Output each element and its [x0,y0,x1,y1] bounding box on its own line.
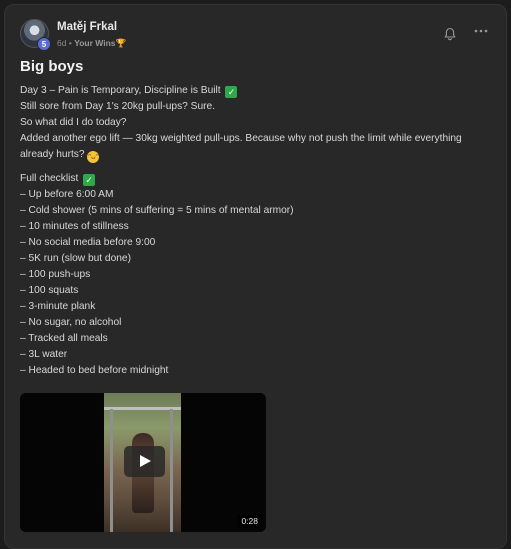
bell-icon[interactable] [443,27,457,41]
body-line: So what did I do today? [20,117,127,128]
video-duration: 0:28 [237,514,262,528]
author-name[interactable]: Matěj Frkal [57,21,117,33]
post-time: 6d [57,38,67,48]
post-title: Big boys [20,58,84,75]
meta-separator: • [68,38,72,48]
post-body: Day 3 – Pain is Temporary, Discipline is… [20,83,490,379]
checklist-item: – Cold shower (5 mins of suffering = 5 m… [20,205,294,216]
category-link[interactable]: Your Wins [74,38,115,48]
grinning-sweat-emoji-icon: ᵔᴗᵔ [87,151,100,163]
play-button[interactable] [124,446,165,477]
body-line: Day 3 – Pain is Temporary, Discipline is… [20,83,490,99]
video-player[interactable]: 0:28 [20,393,266,532]
post-meta: 6d • Your Wins🏆 [57,38,126,49]
checklist-item: – 3-minute plank [20,301,96,312]
checklist-item: – Tracked all meals [20,333,108,344]
checklist-item: – No sugar, no alcohol [20,317,122,328]
checklist-item: – 100 push-ups [20,269,91,280]
more-icon[interactable] [472,24,490,38]
post-header: 5 Matěj Frkal 6d • Your Wins🏆 [20,19,490,53]
checklist-title: Full checklist ✓ [20,171,490,187]
checklist-item: – 10 minutes of stillness [20,221,129,232]
checklist-item: – No social media before 9:00 [20,237,156,248]
body-line: Added another ego lift — 30kg weighted p… [20,133,462,163]
checklist-item: – 3L water [20,349,68,360]
checklist-item: – Headed to bed before midnight [20,365,169,376]
checklist-item: – 5K run (slow but done) [20,253,131,264]
check-emoji-icon: ✓ [83,174,96,186]
trophy-icon: 🏆 [115,38,127,48]
checklist-item: – 100 squats [20,285,79,296]
body-line: Still sore from Day 1's 20kg pull-ups? S… [20,101,216,112]
post-card: 5 Matěj Frkal 6d • Your Wins🏆 Big boys D… [4,4,507,549]
level-badge: 5 [37,37,51,51]
check-emoji-icon: ✓ [225,86,238,98]
checklist-item: – Up before 6:00 AM [20,189,114,200]
play-icon [140,455,151,467]
